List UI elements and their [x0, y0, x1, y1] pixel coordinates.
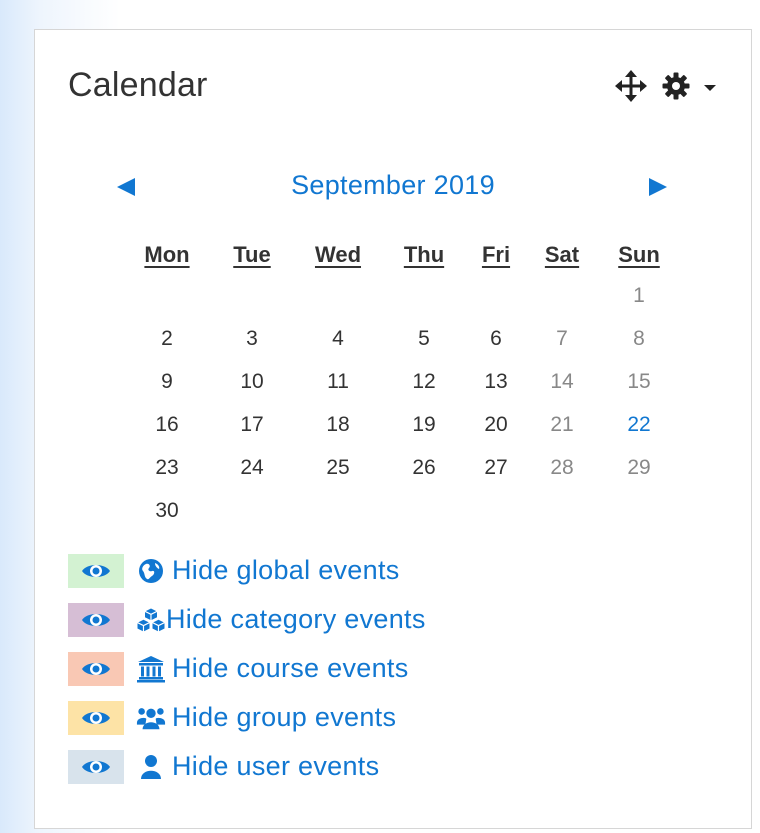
month-navigation: September 2019 [35, 170, 751, 206]
day-cell[interactable]: 8 [601, 317, 677, 360]
user-swatch [68, 749, 124, 784]
calendar-week-row: 30 [127, 489, 677, 532]
day-cell[interactable]: 18 [297, 403, 379, 446]
day-cell[interactable]: 22 [601, 403, 677, 446]
empty-day-cell [207, 489, 297, 532]
university-icon [136, 654, 166, 684]
block-controls [615, 70, 717, 107]
day-cell[interactable]: 27 [469, 446, 523, 489]
filter-label: Hide user events [172, 751, 380, 781]
filter-user-events[interactable]: Hide user events [68, 742, 426, 791]
day-cell[interactable]: 12 [379, 360, 469, 403]
calendar-week-row: 2345678 [127, 317, 677, 360]
weekday-header: Tue [233, 242, 271, 267]
day-cell[interactable]: 24 [207, 446, 297, 489]
day-cell[interactable]: 20 [469, 403, 523, 446]
gear-icon [661, 71, 691, 106]
filter-label: Hide category events [166, 604, 426, 634]
weekday-header: Mon [144, 242, 190, 267]
event-filter-list: Hide global events Hide category events … [68, 546, 426, 791]
empty-day-cell [379, 274, 469, 317]
block-actions-menu-button[interactable] [661, 71, 717, 106]
calendar-grid: Mon Tue Wed Thu Fri Sat Sun 1 2 3 4 5 6 7 8 9 10 1… [127, 236, 677, 532]
next-month-icon[interactable] [647, 176, 669, 203]
day-cell[interactable]: 11 [297, 360, 379, 403]
empty-day-cell [297, 274, 379, 317]
eye-icon [82, 662, 110, 675]
filter-course-events[interactable]: Hide course events [68, 644, 426, 693]
day-cell[interactable]: 5 [379, 317, 469, 360]
empty-day-cell [207, 274, 297, 317]
day-cell[interactable]: 26 [379, 446, 469, 489]
eye-icon [82, 564, 110, 577]
group-swatch [68, 700, 124, 735]
empty-day-cell [469, 274, 523, 317]
block-title: Calendar [68, 66, 208, 104]
weekday-header: Wed [314, 242, 362, 267]
weekday-header: Sun [618, 242, 660, 267]
empty-day-cell [469, 489, 523, 532]
calendar-week-row: 1 [127, 274, 677, 317]
course-swatch [68, 651, 124, 686]
weekday-header: Fri [481, 242, 511, 267]
day-cell[interactable]: 6 [469, 317, 523, 360]
weekday-header: Thu [403, 242, 445, 267]
day-cell[interactable]: 3 [207, 317, 297, 360]
users-icon [136, 703, 166, 733]
calendar-week-row: 16 17 18 19 20 21 22 [127, 403, 677, 446]
globe-icon [136, 556, 166, 586]
calendar-block: Calendar September 2019 Mon Tue Wed Thu … [34, 29, 752, 829]
day-cell[interactable]: 10 [207, 360, 297, 403]
cubes-icon [136, 605, 166, 635]
empty-day-cell [127, 274, 207, 317]
day-cell[interactable]: 4 [297, 317, 379, 360]
empty-day-cell [523, 274, 601, 317]
calendar-week-row: 23 24 25 26 27 28 29 [127, 446, 677, 489]
day-cell[interactable]: 7 [523, 317, 601, 360]
empty-day-cell [601, 489, 677, 532]
filter-category-events[interactable]: Hide category events [68, 595, 426, 644]
calendar-week-row: 9 10 11 12 13 14 15 [127, 360, 677, 403]
day-cell[interactable]: 28 [523, 446, 601, 489]
filter-label: Hide global events [172, 555, 400, 585]
empty-day-cell [523, 489, 601, 532]
day-cell[interactable]: 15 [601, 360, 677, 403]
eye-icon [82, 613, 110, 626]
day-cell[interactable]: 9 [127, 360, 207, 403]
filter-label: Hide course events [172, 653, 409, 683]
empty-day-cell [297, 489, 379, 532]
day-cell[interactable]: 29 [601, 446, 677, 489]
chevron-down-icon [703, 80, 717, 98]
day-cell[interactable]: 1 [601, 274, 677, 317]
day-cell[interactable]: 21 [523, 403, 601, 446]
eye-icon [82, 711, 110, 724]
global-swatch [68, 553, 124, 588]
filter-label: Hide group events [172, 702, 397, 732]
user-icon [136, 752, 166, 782]
empty-day-cell [379, 489, 469, 532]
day-cell[interactable]: 14 [523, 360, 601, 403]
day-cell[interactable]: 30 [127, 489, 207, 532]
weekday-header: Sat [544, 242, 580, 267]
weekday-header-row: Mon Tue Wed Thu Fri Sat Sun [127, 236, 677, 274]
eye-icon [82, 760, 110, 773]
current-month-link[interactable]: September 2019 [35, 170, 751, 201]
day-cell[interactable]: 16 [127, 403, 207, 446]
day-cell[interactable]: 23 [127, 446, 207, 489]
day-cell[interactable]: 17 [207, 403, 297, 446]
move-icon[interactable] [615, 70, 647, 107]
calendar-weeks: 1 2 3 4 5 6 7 8 9 10 11 12 13 14 15 16 17 18 19 20 21 22 23 24 2… [127, 274, 677, 532]
day-cell[interactable]: 13 [469, 360, 523, 403]
filter-global-events[interactable]: Hide global events [68, 546, 426, 595]
category-swatch [68, 602, 124, 637]
day-cell[interactable]: 2 [127, 317, 207, 360]
day-cell[interactable]: 19 [379, 403, 469, 446]
filter-group-events[interactable]: Hide group events [68, 693, 426, 742]
day-cell[interactable]: 25 [297, 446, 379, 489]
